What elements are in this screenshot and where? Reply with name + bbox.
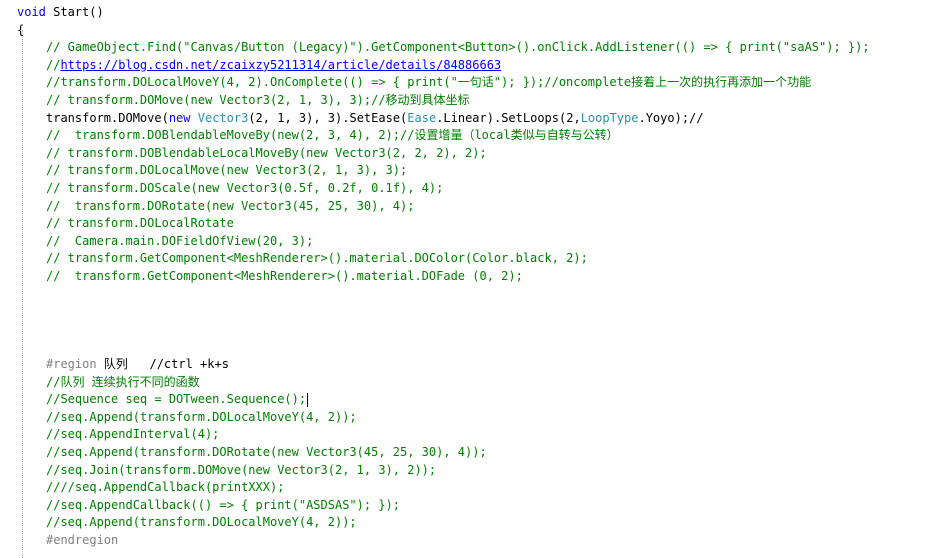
code-line: ////seq.AppendCallback(printXXX); (46, 480, 285, 495)
code-line: // transform.DOScale(new Vector3(0.5f, 0… (46, 181, 444, 195)
code-line: // transform.DOBlendableMoveBy(new(2, 3,… (46, 128, 619, 143)
code-line: // Camera.main.DOFieldOfView(20, 3); (46, 233, 314, 248)
code-line: { (17, 22, 25, 37)
code-line: #region 队列 //ctrl +k+s (46, 357, 229, 371)
code-line: // transform.DOMove(new Vector3(2, 1, 3)… (46, 93, 470, 107)
code-line: //seq.AppendCallback(() => { print("ASDS… (46, 497, 401, 512)
code-line: //Sequence seq = DOTween.Sequence(); (46, 392, 309, 407)
code-line: // transform.GetComponent<MeshRenderer>(… (46, 251, 588, 266)
text-cursor (307, 392, 309, 407)
code-line: //seq.Join(transform.DOMove(new Vector3(… (46, 462, 437, 477)
code-line: //队列 连续执行不同的函数 (46, 374, 200, 389)
code-line: //seq.Append(transform.DORotate(new Vect… (46, 445, 487, 459)
code-line: //seq.AppendInterval(4); (46, 427, 220, 442)
code-line: //seq.Append(transform.DOLocalMoveY(4, 2… (46, 515, 357, 530)
code-line: // transform.GetComponent<MeshRenderer>(… (46, 269, 523, 283)
code-editor[interactable]: void Start() { // GameObject.Find("Canvas/… (0, 0, 930, 558)
code-line: // transform.DOBlendableLocalMoveBy(new … (46, 145, 487, 160)
code-line: // transform.DORotate(new Vector3(45, 25… (46, 198, 415, 213)
code-line: // transform.DOLocalMove(new Vector3(2, … (46, 163, 408, 178)
code-line: void Start() (17, 5, 104, 19)
indent-guide (22, 30, 23, 558)
code-line: // transform.DOLocalRotate (46, 216, 234, 231)
code-line: //transform.DOLocalMoveY(4, 2).OnComplet… (46, 75, 812, 90)
code-line: //https://blog.csdn.net/zcaixzy5211314/a… (46, 57, 502, 72)
code-line: // GameObject.Find("Canvas/Button (Legac… (46, 40, 870, 55)
code-line: //seq.Append(transform.DOLocalMoveY(4, 2… (46, 409, 357, 424)
code-line: transform.DOMove(new Vector3(2, 1, 3), 3… (46, 110, 704, 125)
comment-link[interactable]: https://blog.csdn.net/zcaixzy5211314/art… (60, 58, 501, 72)
code-line: #endregion (46, 533, 119, 547)
